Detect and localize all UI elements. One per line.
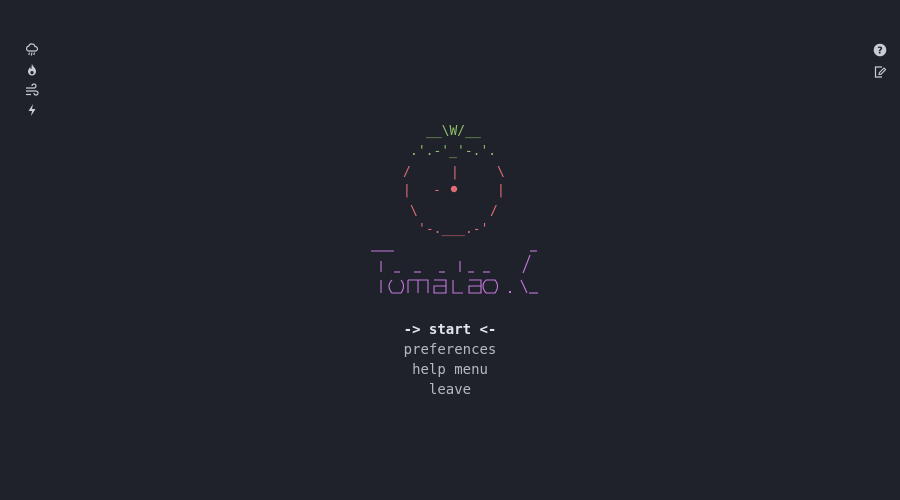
svg-text:|: |	[451, 165, 459, 180]
tomato-ascii-logo: __\W/__ .'.-'_'-.'. / | \ | - | \ / '-._…	[371, 124, 538, 294]
help-glyph: ?	[877, 46, 883, 57]
svg-text:|: |	[497, 183, 505, 198]
title-ascii-lettering	[371, 250, 538, 294]
svg-text:-: -	[433, 183, 441, 198]
left-toolbar	[24, 42, 40, 118]
rain-cloud-icon[interactable]	[24, 42, 40, 58]
leave-option[interactable]: leave	[429, 380, 471, 400]
tomato-ascii-line-1: /	[403, 165, 411, 180]
flame-icon[interactable]	[24, 62, 40, 78]
svg-text:'-.___.-': '-.___.-'	[418, 222, 488, 237]
preferences-option[interactable]: preferences	[404, 340, 497, 360]
clock-center-dot	[450, 185, 458, 193]
svg-text:/: /	[490, 204, 498, 219]
leaves-ascii: .'.-'_'-.'.	[410, 144, 496, 159]
svg-text:\: \	[497, 165, 505, 180]
start-option[interactable]: -> start <-	[404, 320, 497, 340]
main-menu: -> start <- preferences help menu leave	[0, 320, 900, 400]
stem-ascii: __\W/__	[426, 124, 481, 139]
right-toolbar: ?	[872, 42, 888, 80]
lightning-icon[interactable]	[24, 102, 40, 118]
svg-text:\: \	[410, 204, 418, 219]
help-menu-option[interactable]: help menu	[412, 360, 488, 380]
wind-icon[interactable]	[24, 82, 40, 98]
svg-text:|: |	[403, 183, 411, 198]
help-icon[interactable]: ?	[872, 42, 888, 58]
edit-note-icon[interactable]	[872, 64, 888, 80]
